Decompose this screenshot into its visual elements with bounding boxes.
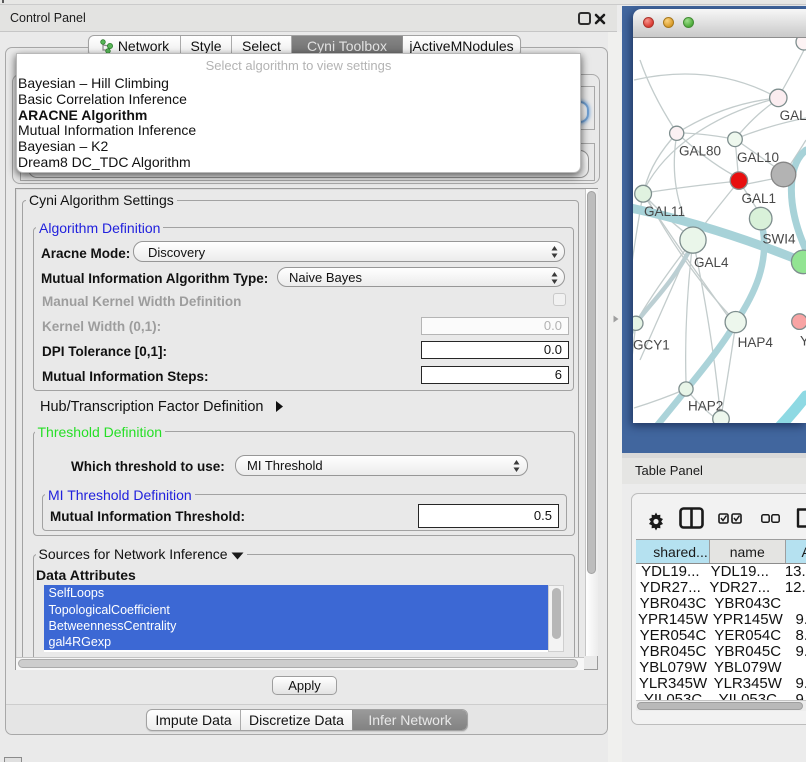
svg-text:GAL10: GAL10 [737, 150, 779, 165]
svg-text:GAL80: GAL80 [679, 144, 721, 159]
svg-text:SWI4: SWI4 [763, 232, 796, 247]
svg-text:GCY1: GCY1 [633, 337, 670, 352]
svg-text:GAL4: GAL4 [694, 255, 729, 270]
svg-text:YL: YL [800, 334, 806, 349]
svg-text:HAP2: HAP2 [688, 399, 723, 414]
svg-text:GAL7: GAL7 [780, 108, 806, 123]
svg-text:HAP4: HAP4 [738, 335, 774, 350]
svg-text:GAL1: GAL1 [742, 191, 777, 206]
svg-text:GAL11: GAL11 [644, 204, 685, 219]
